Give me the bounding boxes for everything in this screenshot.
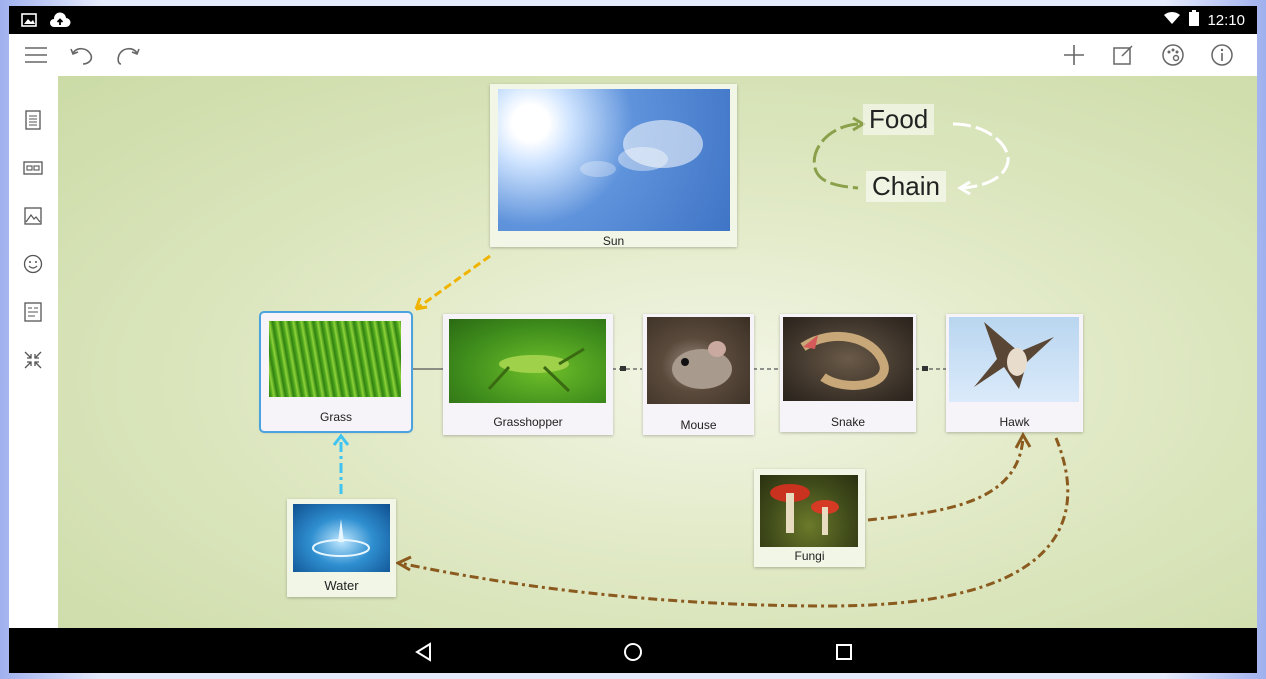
title-food[interactable]: Food [863, 104, 935, 135]
grasshopper-image [449, 319, 606, 403]
image-icon[interactable] [21, 204, 45, 228]
add-icon[interactable] [1059, 40, 1089, 70]
clock-time: 12:10 [1207, 11, 1245, 29]
fungi-to-hawk-arrow [867, 437, 1025, 522]
snake-node[interactable]: Snake [780, 314, 916, 432]
grass-node[interactable]: Grass [259, 311, 413, 433]
fungi-node[interactable]: Fungi [754, 469, 865, 567]
sun-image [498, 89, 730, 231]
mind-map-canvas[interactable]: Food Chain Sun Grass Grasshopper Mouse S… [58, 76, 1257, 628]
app-toolbar [9, 34, 1257, 76]
undo-icon[interactable] [67, 40, 97, 70]
info-icon[interactable] [1207, 40, 1237, 70]
system-nav-bar [9, 628, 1257, 673]
title-cycle-arrow-right [952, 122, 1010, 190]
fungi-image [760, 475, 858, 547]
snake-image [783, 317, 913, 401]
back-icon[interactable] [410, 638, 438, 666]
device-screen: 12:10 Food Chain Sun Grass Grasshopper M… [9, 6, 1257, 673]
grass-image [269, 321, 401, 397]
water-node[interactable]: Water [287, 499, 396, 597]
snake-label: Snake [830, 415, 866, 429]
water-image [293, 504, 390, 572]
mouse-image [647, 317, 750, 404]
sun-to-grass-arrow [415, 254, 491, 311]
outline-icon[interactable] [21, 108, 45, 132]
hawk-label: Hawk [999, 415, 1030, 429]
water-label: Water [324, 578, 359, 593]
hawk-to-water-arrow [399, 437, 1070, 608]
mouse-node[interactable]: Mouse [643, 314, 754, 435]
grass-label: Grass [319, 410, 352, 424]
screenshot-notification-icon [21, 13, 37, 32]
home-icon[interactable] [619, 638, 647, 666]
mouse-label: Mouse [680, 418, 717, 432]
collapse-icon[interactable] [21, 348, 45, 372]
wifi-icon [1163, 11, 1181, 29]
recents-icon[interactable] [830, 638, 858, 666]
sun-label: Sun [602, 234, 625, 248]
hawk-image [949, 317, 1079, 402]
cloud-upload-icon [49, 12, 71, 33]
link-icon[interactable] [21, 156, 45, 180]
title-chain[interactable]: Chain [866, 171, 946, 202]
theme-icon[interactable] [1158, 40, 1188, 70]
edit-icon[interactable] [1108, 40, 1138, 70]
emoji-icon[interactable] [21, 252, 45, 276]
menu-icon[interactable] [21, 40, 51, 70]
hawk-node[interactable]: Hawk [946, 314, 1083, 432]
grasshopper-label: Grasshopper [493, 415, 563, 429]
fungi-label: Fungi [794, 549, 825, 563]
tool-sidebar [9, 76, 58, 628]
sun-node[interactable]: Sun [490, 84, 737, 248]
title-cycle-arrow-left [812, 122, 859, 190]
battery-icon [1189, 10, 1200, 30]
redo-icon[interactable] [113, 40, 143, 70]
notes-icon[interactable] [21, 300, 45, 324]
grasshopper-node[interactable]: Grasshopper [443, 314, 613, 435]
status-bar: 12:10 [9, 6, 1257, 34]
